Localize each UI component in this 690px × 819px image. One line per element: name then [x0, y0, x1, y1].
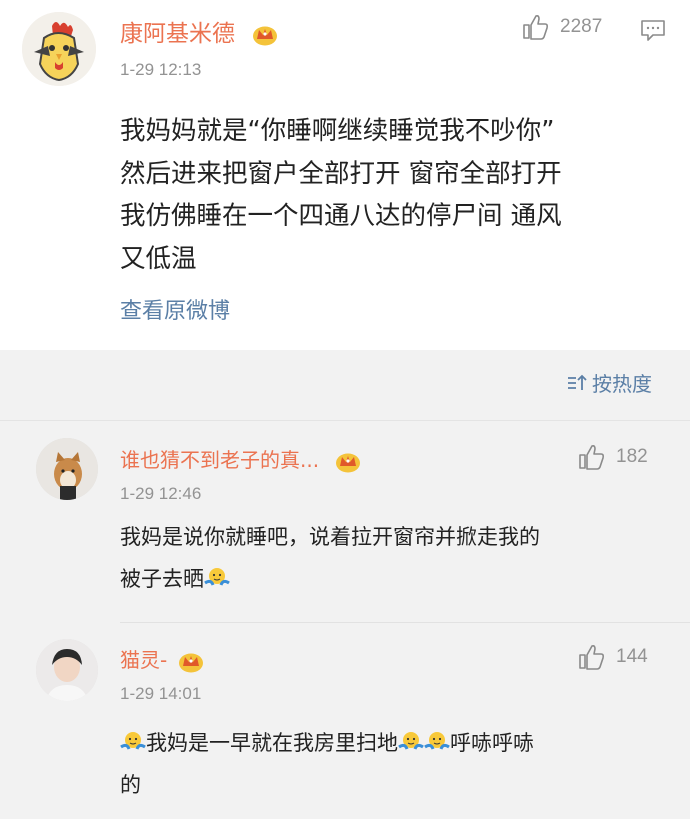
comment-text: 我妈是说你就睡吧，说着拉开窗帘并掀走我的 被子去晒	[120, 516, 665, 600]
dog-avatar-icon	[36, 438, 98, 500]
post-text-line: 又低温	[120, 243, 197, 274]
divider	[120, 622, 690, 623]
comment-text-segment: 被子去晒	[120, 567, 204, 591]
comment-text-line: 我妈是说你就睡吧，说着拉开窗帘并掀走我的	[120, 525, 540, 549]
comment-like-button[interactable]: 144	[578, 644, 648, 670]
crown-badge-icon	[178, 653, 203, 672]
post-username[interactable]: 康阿基米德	[120, 21, 235, 47]
comment-like-button[interactable]: 182	[578, 444, 648, 470]
thumbs-up-icon	[579, 645, 605, 670]
shrug-emoji-icon	[204, 568, 230, 586]
post-username-row[interactable]: 康阿基米德	[120, 14, 278, 48]
post-like-button[interactable]: 2287	[522, 14, 602, 40]
reply-button[interactable]	[640, 18, 666, 46]
comment-avatar[interactable]	[36, 639, 98, 701]
thumbs-up-icon	[523, 15, 549, 40]
comment-text-line: 的	[120, 773, 141, 797]
comment-bubble-icon	[641, 20, 665, 41]
sort-label: 按热度	[592, 372, 652, 396]
comment-text-segment: 我妈是一早就在我房里扫地	[146, 731, 398, 755]
shrug-emoji-icon	[398, 732, 424, 750]
thumbs-up-icon	[579, 445, 605, 470]
crown-badge-icon	[336, 453, 361, 472]
post-like-count: 2287	[560, 16, 603, 37]
comment-username-row[interactable]: 谁也猜不到老子的真...	[120, 444, 361, 473]
comments-section: 按热度 谁也猜不到老子的真... 1-29 12:46 182 我妈是说你就睡吧…	[0, 350, 690, 819]
comment-text-line: 我妈是一早就在我房里扫地 呼哧呼哧	[120, 722, 665, 764]
view-original-post-link[interactable]: 查看原微博	[120, 293, 230, 325]
shrug-emoji-icon	[424, 732, 450, 750]
comment-text-line-2: 被子去晒	[120, 558, 665, 600]
post-text-line: 我妈妈就是“你睡啊继续睡觉我不吵你”	[120, 116, 555, 146]
comment-like-count: 144	[616, 646, 648, 667]
main-post: 康阿基米德 1-29 12:13 2287 我妈妈就是“你睡啊继续睡觉我不吵你”…	[0, 0, 690, 350]
post-text-line: 然后进来把窗户全部打开 窗帘全部打开	[120, 158, 562, 189]
comment-time: 1-29 12:46	[120, 484, 202, 503]
shrug-emoji-icon	[120, 732, 146, 750]
rooster-avatar-icon	[22, 12, 96, 86]
user-avatar[interactable]	[22, 12, 96, 86]
post-time: 1-29 12:13	[120, 60, 202, 79]
sort-by-hot-button[interactable]: 按热度	[566, 368, 652, 397]
post-text-line: 我仿佛睡在一个四通八达的停尸间 通风	[120, 201, 562, 231]
comment-username[interactable]: 谁也猜不到老子的真...	[120, 448, 319, 472]
crown-badge-icon	[253, 26, 278, 45]
person-avatar-icon	[36, 639, 98, 701]
post-text: 我妈妈就是“你睡啊继续睡觉我不吵你” 然后进来把窗户全部打开 窗帘全部打开 我仿…	[120, 110, 665, 280]
comment-like-count: 182	[616, 446, 648, 467]
comment-username-row[interactable]: 猫灵-	[120, 644, 204, 673]
comment-text-segment: 呼哧呼哧	[450, 731, 534, 755]
comment-text: 我妈是一早就在我房里扫地 呼哧呼哧 的	[120, 722, 665, 806]
comment-avatar[interactable]	[36, 438, 98, 500]
comment-username[interactable]: 猫灵-	[120, 648, 167, 672]
sort-icon	[568, 374, 587, 390]
comment-time: 1-29 14:01	[120, 684, 202, 703]
divider	[0, 420, 690, 421]
